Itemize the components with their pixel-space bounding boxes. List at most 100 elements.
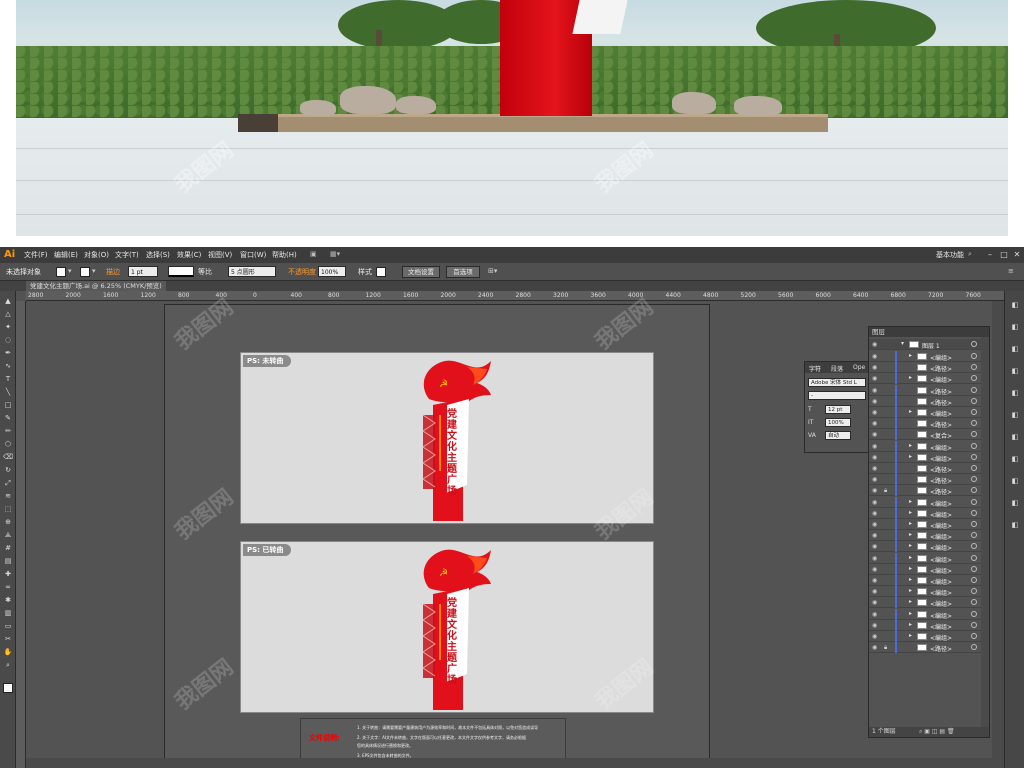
target-icon[interactable] xyxy=(971,565,977,572)
artboards-icon[interactable]: ◧ xyxy=(1009,521,1021,531)
eye-icon[interactable]: ◉ xyxy=(872,387,877,394)
chevron-right-icon[interactable]: ▸ xyxy=(909,565,912,572)
pencil-icon[interactable]: ✏ xyxy=(3,427,13,435)
target-icon[interactable] xyxy=(971,386,977,393)
target-icon[interactable] xyxy=(971,375,977,382)
layers-scrollbar[interactable] xyxy=(981,337,989,729)
eye-icon[interactable]: ◉ xyxy=(872,644,877,651)
eye-icon[interactable]: ◉ xyxy=(872,633,877,640)
chevron-right-icon[interactable]: ▸ xyxy=(909,587,912,594)
layer-row[interactable]: ◉ ▸ <编组> xyxy=(869,631,989,642)
shaper-icon[interactable]: ⬡ xyxy=(3,440,13,448)
target-icon[interactable] xyxy=(971,588,977,595)
chevron-right-icon[interactable]: ▸ xyxy=(909,498,912,505)
layer-row[interactable]: ◉ ▸ <编组> xyxy=(869,563,989,575)
layer-row[interactable]: ◉ 🔒︎ <路径> xyxy=(869,642,989,654)
eye-icon[interactable]: ◉ xyxy=(872,443,877,450)
target-icon[interactable] xyxy=(971,577,977,583)
tab-opentype[interactable]: Ope xyxy=(853,364,865,371)
chevron-right-icon[interactable]: ▸ xyxy=(909,374,912,381)
eye-icon[interactable]: ◉ xyxy=(872,577,877,584)
menu-view[interactable]: 视图(V) xyxy=(208,250,232,260)
target-icon[interactable] xyxy=(971,353,977,359)
style-swatch[interactable] xyxy=(376,267,386,277)
chevron-right-icon[interactable]: ▸ xyxy=(909,352,912,359)
layer-row[interactable]: ◉ <路径> xyxy=(869,418,989,430)
target-icon[interactable] xyxy=(971,644,977,651)
target-icon[interactable] xyxy=(971,364,977,371)
chevron-down-icon[interactable]: ▾ xyxy=(901,340,904,347)
panel-menu-icon[interactable]: ≡ xyxy=(1008,267,1014,275)
chevron-right-icon[interactable]: ▸ xyxy=(909,632,912,639)
brushes-icon[interactable]: ◧ xyxy=(1009,345,1021,355)
eye-icon[interactable]: ◉ xyxy=(872,341,877,348)
layer-row[interactable]: ◉ ▸ <编组> xyxy=(869,541,989,553)
horizontal-scale-field[interactable]: 100% xyxy=(825,418,851,427)
font-size-field[interactable]: 12 pt xyxy=(825,405,851,414)
document-tab[interactable]: 党建文化主题广场.ai @ 6.25% (CMYK/预览) × xyxy=(26,281,166,300)
minimize-icon[interactable]: – xyxy=(984,249,996,261)
target-icon[interactable] xyxy=(971,554,977,561)
lock-icon[interactable]: 🔒︎ xyxy=(884,487,887,495)
width-tool-icon[interactable]: ≋ xyxy=(3,492,13,500)
stroke-label[interactable]: 描边 xyxy=(106,267,120,277)
hand-icon[interactable]: ✋ xyxy=(3,648,13,656)
artboard-tool-icon[interactable]: ▭ xyxy=(3,622,13,630)
line-tool-icon[interactable]: ╲ xyxy=(3,388,13,396)
target-icon[interactable] xyxy=(971,509,977,516)
layer-row[interactable]: ◉ ▸ <编组> xyxy=(869,351,989,362)
target-icon[interactable] xyxy=(971,453,977,460)
opacity-label[interactable]: 不透明度 xyxy=(288,267,316,277)
transparency-icon[interactable]: ◧ xyxy=(1009,455,1021,465)
layer-row[interactable]: ◉ <路径> xyxy=(869,463,989,474)
tracking-field[interactable]: 自动 xyxy=(825,431,851,440)
fill-swatch[interactable] xyxy=(56,267,66,277)
brush-dropdown[interactable]: 5 点圆形 xyxy=(228,266,276,277)
tab-character[interactable]: 字符 xyxy=(809,364,821,373)
chevron-right-icon[interactable]: ▸ xyxy=(909,531,912,538)
target-icon[interactable] xyxy=(971,431,977,438)
eye-icon[interactable]: ◉ xyxy=(872,375,877,382)
eye-icon[interactable]: ◉ xyxy=(872,611,877,618)
target-icon[interactable] xyxy=(971,621,977,628)
magic-wand-icon[interactable]: ✦ xyxy=(3,323,13,331)
eye-icon[interactable]: ◉ xyxy=(872,566,877,573)
eye-icon[interactable]: ◉ xyxy=(872,543,877,550)
layer-row[interactable]: ◉ ▸ <编组> xyxy=(869,507,989,519)
eye-icon[interactable]: ◉ xyxy=(872,364,877,371)
search-icon[interactable]: ⌕ xyxy=(968,250,972,259)
layers-icon[interactable]: ◧ xyxy=(1009,499,1021,509)
chevron-right-icon[interactable]: ▸ xyxy=(909,408,912,415)
gradient-icon[interactable]: ▤ xyxy=(3,557,13,565)
target-icon[interactable] xyxy=(971,543,977,550)
eye-icon[interactable]: ◉ xyxy=(872,476,877,483)
eye-icon[interactable]: ◉ xyxy=(872,499,877,506)
eye-icon[interactable]: ◉ xyxy=(872,465,877,472)
layer-row[interactable]: ◉ ▾ 图层 1 xyxy=(869,339,989,350)
color-icon[interactable]: ◧ xyxy=(1009,301,1021,311)
target-icon[interactable] xyxy=(971,521,977,527)
target-icon[interactable] xyxy=(971,610,977,617)
layer-row[interactable]: ◉ ▸ <编组> xyxy=(869,407,989,418)
layer-row[interactable]: ◉ ▸ <编组> xyxy=(869,451,989,463)
target-icon[interactable] xyxy=(971,633,977,639)
eyedropper-icon[interactable]: ✚ xyxy=(3,570,13,578)
symbols-icon[interactable]: ◧ xyxy=(1009,367,1021,377)
target-icon[interactable] xyxy=(971,465,977,471)
layer-row[interactable]: ◉ <路径> xyxy=(869,384,989,396)
eye-icon[interactable]: ◉ xyxy=(872,532,877,539)
direct-selection-tool-icon[interactable]: △ xyxy=(3,310,13,318)
chevron-right-icon[interactable]: ▸ xyxy=(909,453,912,460)
eye-icon[interactable]: ◉ xyxy=(872,555,877,562)
lock-icon[interactable]: 🔒︎ xyxy=(884,644,887,652)
rectangle-tool-icon[interactable]: □ xyxy=(3,401,13,409)
document-setup-button[interactable]: 文档设置 xyxy=(402,266,440,278)
menu-edit[interactable]: 编辑(E) xyxy=(54,250,78,260)
eye-icon[interactable]: ◉ xyxy=(872,353,877,360)
menu-type[interactable]: 文字(T) xyxy=(115,250,139,260)
type-tool-icon[interactable]: T xyxy=(3,375,13,383)
free-transform-icon[interactable]: ⬚ xyxy=(3,505,13,513)
chevron-right-icon[interactable]: ▸ xyxy=(909,520,912,527)
appearance-icon[interactable]: ◧ xyxy=(1009,477,1021,487)
eye-icon[interactable]: ◉ xyxy=(872,431,877,438)
